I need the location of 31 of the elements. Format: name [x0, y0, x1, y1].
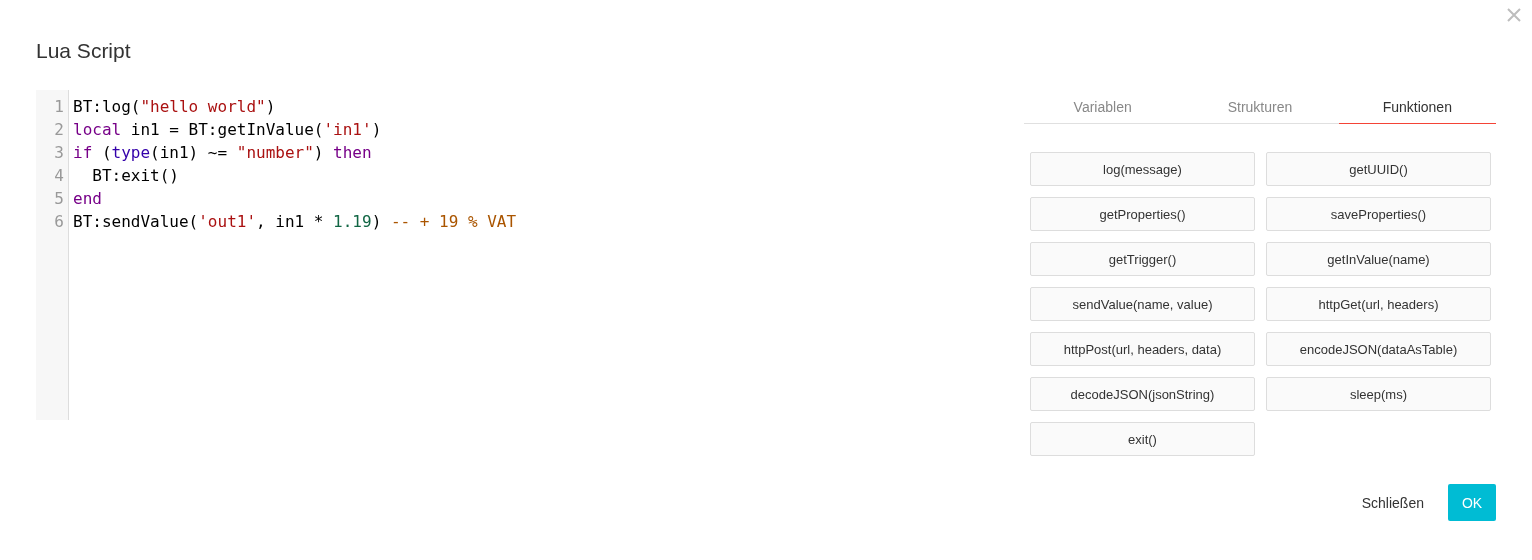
close-icon[interactable]: [1506, 7, 1522, 23]
function-button[interactable]: log(message): [1030, 152, 1255, 186]
function-button[interactable]: getTrigger(): [1030, 242, 1255, 276]
code-line: local in1 = BT:getInValue('in1'): [73, 119, 383, 141]
function-button[interactable]: sendValue(name, value): [1030, 287, 1255, 321]
line-number: 1: [53, 96, 65, 118]
line-number: 5: [53, 188, 65, 210]
function-button[interactable]: getInValue(name): [1266, 242, 1491, 276]
line-number: 6: [53, 211, 65, 233]
function-button[interactable]: encodeJSON(dataAsTable): [1266, 332, 1491, 366]
code-line: BT:sendValue('out1', in1 * 1.19) -- + 19 % VAT: [73, 211, 517, 233]
tab[interactable]: Funktionen: [1338, 90, 1496, 124]
code-line: BT:exit(): [91, 165, 180, 187]
line-number: 3: [53, 142, 65, 164]
dialog-title: Lua Script: [36, 38, 132, 64]
function-button[interactable]: httpPost(url, headers, data): [1030, 332, 1255, 366]
tab[interactable]: Variablen: [1024, 90, 1182, 124]
close-button[interactable]: Schließen: [1349, 484, 1436, 521]
function-button[interactable]: sleep(ms): [1266, 377, 1491, 411]
line-number: 2: [53, 119, 65, 141]
function-button[interactable]: httpGet(url, headers): [1266, 287, 1491, 321]
code-line: if (type(in1) ~= "number") then: [73, 142, 373, 164]
function-button[interactable]: saveProperties(): [1266, 197, 1491, 231]
function-button[interactable]: exit(): [1030, 422, 1255, 456]
code-line: end: [73, 188, 103, 210]
function-button[interactable]: decodeJSON(jsonString): [1030, 377, 1255, 411]
function-button[interactable]: getUUID(): [1266, 152, 1491, 186]
line-number: 4: [53, 165, 65, 187]
tab[interactable]: Strukturen: [1181, 90, 1339, 124]
code-line: BT:log("hello world"): [73, 96, 277, 118]
function-button[interactable]: getProperties(): [1030, 197, 1255, 231]
